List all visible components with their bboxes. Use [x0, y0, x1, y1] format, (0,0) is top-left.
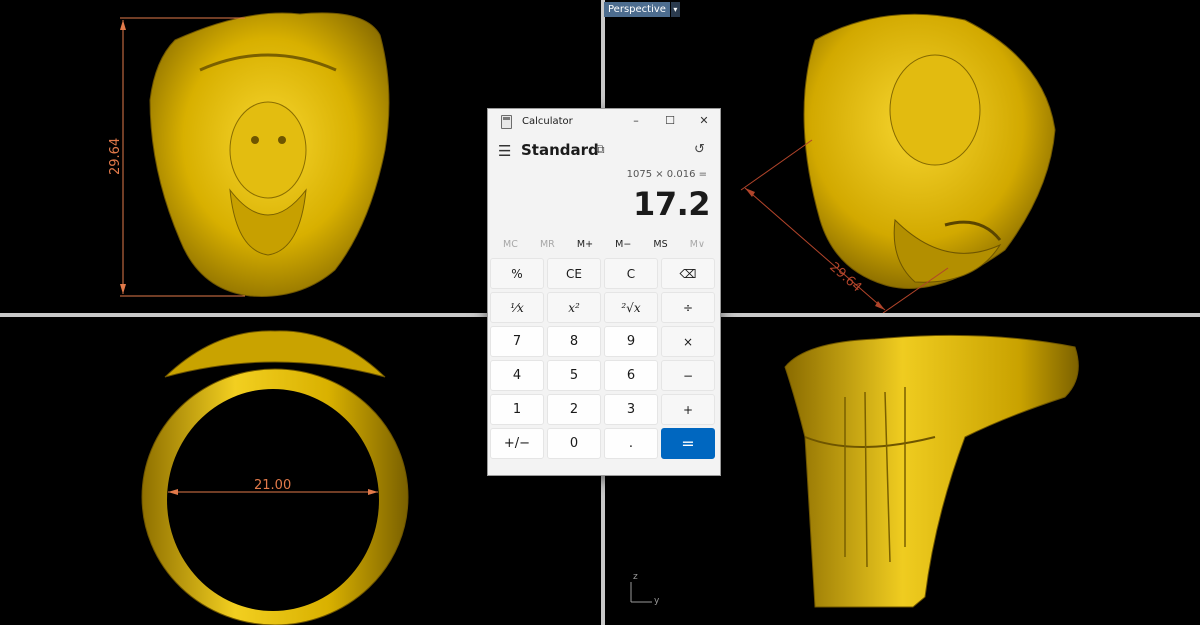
decimal-button[interactable]: . — [604, 428, 658, 459]
digit-8-button[interactable]: 8 — [547, 326, 601, 357]
keep-on-top-icon[interactable]: ⧉ — [596, 142, 610, 156]
close-button[interactable]: ✕ — [694, 113, 714, 129]
memory-add-button[interactable]: M+ — [577, 239, 593, 255]
negate-button[interactable]: +/− — [490, 428, 544, 459]
calculator-app-icon — [501, 115, 512, 129]
digit-5-button[interactable]: 5 — [547, 360, 601, 391]
digit-4-button[interactable]: 4 — [490, 360, 544, 391]
calculator-titlebar[interactable]: Calculator – ☐ ✕ — [488, 109, 720, 135]
square-button[interactable]: x² — [547, 292, 601, 323]
memory-subtract-button[interactable]: M− — [615, 239, 631, 255]
digit-0-button[interactable]: 0 — [547, 428, 601, 459]
chevron-down-icon[interactable]: ▾ — [670, 2, 680, 17]
calculator-window[interactable]: Calculator – ☐ ✕ ☰ Standard ⧉ ↺ 1075 × 0… — [487, 108, 721, 476]
memory-clear-button[interactable]: MC — [503, 239, 518, 255]
mode-title: Standard — [521, 141, 599, 159]
perspective-tab-label: Perspective — [604, 2, 670, 17]
axis-indicator: z y — [628, 572, 668, 608]
keypad: % CE C ⌫ ⅟x x² ²√x ÷ 7 8 9 × 4 5 6 − 1 2… — [490, 258, 719, 459]
perspective-tab[interactable]: Perspective ▾ — [604, 2, 680, 17]
digit-7-button[interactable]: 7 — [490, 326, 544, 357]
memory-store-button[interactable]: MS — [653, 239, 667, 255]
add-button[interactable]: + — [661, 394, 715, 425]
dimension-height-label: 29.64 — [108, 138, 123, 175]
divide-button[interactable]: ÷ — [661, 292, 715, 323]
axis-z-label: z — [633, 572, 638, 582]
history-icon[interactable]: ↺ — [694, 142, 705, 157]
equals-button[interactable]: = — [661, 428, 715, 459]
clear-button[interactable]: C — [604, 258, 658, 289]
digit-3-button[interactable]: 3 — [604, 394, 658, 425]
multiply-button[interactable]: × — [661, 326, 715, 357]
digit-2-button[interactable]: 2 — [547, 394, 601, 425]
subtract-button[interactable]: − — [661, 360, 715, 391]
dimension-diameter-label: 21.00 — [254, 478, 291, 493]
window-title: Calculator — [522, 116, 573, 127]
clear-entry-button[interactable]: CE — [547, 258, 601, 289]
expression-display: 1075 × 0.016 = — [626, 169, 707, 180]
result-display: 17.2 — [633, 185, 710, 223]
axis-y-label: y — [654, 596, 660, 606]
menu-icon[interactable]: ☰ — [498, 142, 511, 160]
digit-1-button[interactable]: 1 — [490, 394, 544, 425]
digit-9-button[interactable]: 9 — [604, 326, 658, 357]
calculator-header: ☰ Standard ⧉ ↺ — [488, 139, 720, 163]
memory-row: MC MR M+ M− MS M∨ — [488, 239, 720, 255]
backspace-button[interactable]: ⌫ — [661, 258, 715, 289]
square-root-button[interactable]: ²√x — [604, 292, 658, 323]
percent-button[interactable]: % — [490, 258, 544, 289]
maximize-button[interactable]: ☐ — [660, 113, 680, 129]
minimize-button[interactable]: – — [626, 113, 646, 129]
memory-recall-button[interactable]: MR — [540, 239, 555, 255]
memory-list-button[interactable]: M∨ — [690, 239, 705, 255]
reciprocal-button[interactable]: ⅟x — [490, 292, 544, 323]
digit-6-button[interactable]: 6 — [604, 360, 658, 391]
